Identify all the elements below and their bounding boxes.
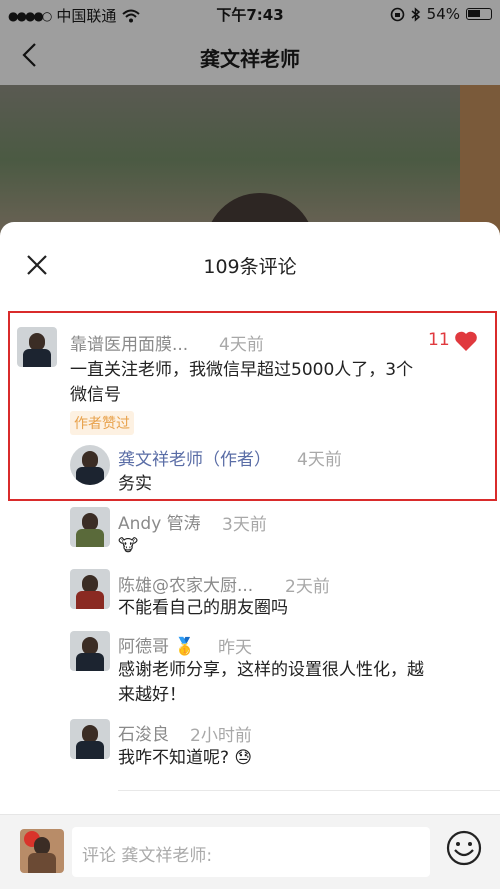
author-liked-badge: 作者赞过 bbox=[70, 411, 134, 435]
video-decor bbox=[460, 85, 500, 235]
comment-time: 昨天 bbox=[218, 638, 252, 658]
emoji-icon[interactable] bbox=[445, 829, 483, 867]
author-avatar[interactable] bbox=[70, 445, 110, 485]
comment-input-bar: 评论 龚文祥老师: bbox=[0, 814, 500, 889]
comment-author[interactable]: 陈雄@农家大厨... bbox=[118, 571, 253, 596]
my-avatar bbox=[20, 829, 64, 873]
divider bbox=[118, 790, 500, 791]
comment-time: 4天前 bbox=[219, 335, 264, 355]
comment-author[interactable]: 石浚良 bbox=[118, 720, 169, 745]
page-title: 龚文祥老师 bbox=[200, 47, 300, 71]
comment-text: 我咋不知道呢? 😓 bbox=[118, 748, 253, 768]
orientation-lock-icon bbox=[390, 7, 404, 21]
reply-text: 务实 bbox=[118, 474, 152, 494]
comment-input[interactable]: 评论 龚文祥老师: bbox=[72, 827, 430, 877]
comment-text: 感谢老师分享，这样的设置很人性化，越来越好！ bbox=[118, 660, 424, 705]
comment-time: 2小时前 bbox=[190, 726, 252, 746]
comment-time: 3天前 bbox=[222, 515, 267, 535]
like-count: 11 bbox=[428, 330, 450, 350]
avatar[interactable] bbox=[70, 569, 110, 609]
reply-author[interactable]: 龚文祥老师（作者） bbox=[118, 445, 271, 470]
comment-text: 一直关注老师，我微信早超过5000人了，3个微信号 bbox=[70, 360, 414, 405]
bluetooth-icon bbox=[411, 6, 420, 22]
avatar[interactable] bbox=[70, 631, 110, 671]
video-background bbox=[0, 85, 500, 253]
comment-text: 不能看自己的朋友圈吗 bbox=[118, 598, 288, 618]
comment-author[interactable]: Andy 管涛 bbox=[118, 509, 201, 534]
battery-percent: 54% bbox=[426, 5, 460, 23]
comment-time: 2天前 bbox=[285, 577, 330, 597]
avatar[interactable] bbox=[70, 507, 110, 547]
comments-sheet: 109条评论 靠谱医用面膜... 4天前 11 一直关注老师，我微信早超过500… bbox=[0, 222, 500, 889]
avatar[interactable] bbox=[17, 327, 57, 367]
sheet-header: 109条评论 bbox=[0, 222, 500, 308]
comment-author[interactable]: 阿德哥 🥇 bbox=[118, 632, 196, 657]
comment-text: 🐮 bbox=[118, 536, 139, 556]
avatar[interactable] bbox=[70, 719, 110, 759]
status-bar: ●●●●○ 中国联通 下午7:43 54% bbox=[0, 0, 500, 28]
nav-bar: 龚文祥老师 bbox=[0, 28, 500, 85]
battery-icon bbox=[466, 8, 492, 20]
comment-author[interactable]: 靠谱医用面膜... bbox=[70, 330, 188, 355]
comment-count: 109条评论 bbox=[203, 256, 297, 278]
reply-time: 4天前 bbox=[297, 450, 342, 470]
heart-icon[interactable] bbox=[454, 330, 478, 352]
